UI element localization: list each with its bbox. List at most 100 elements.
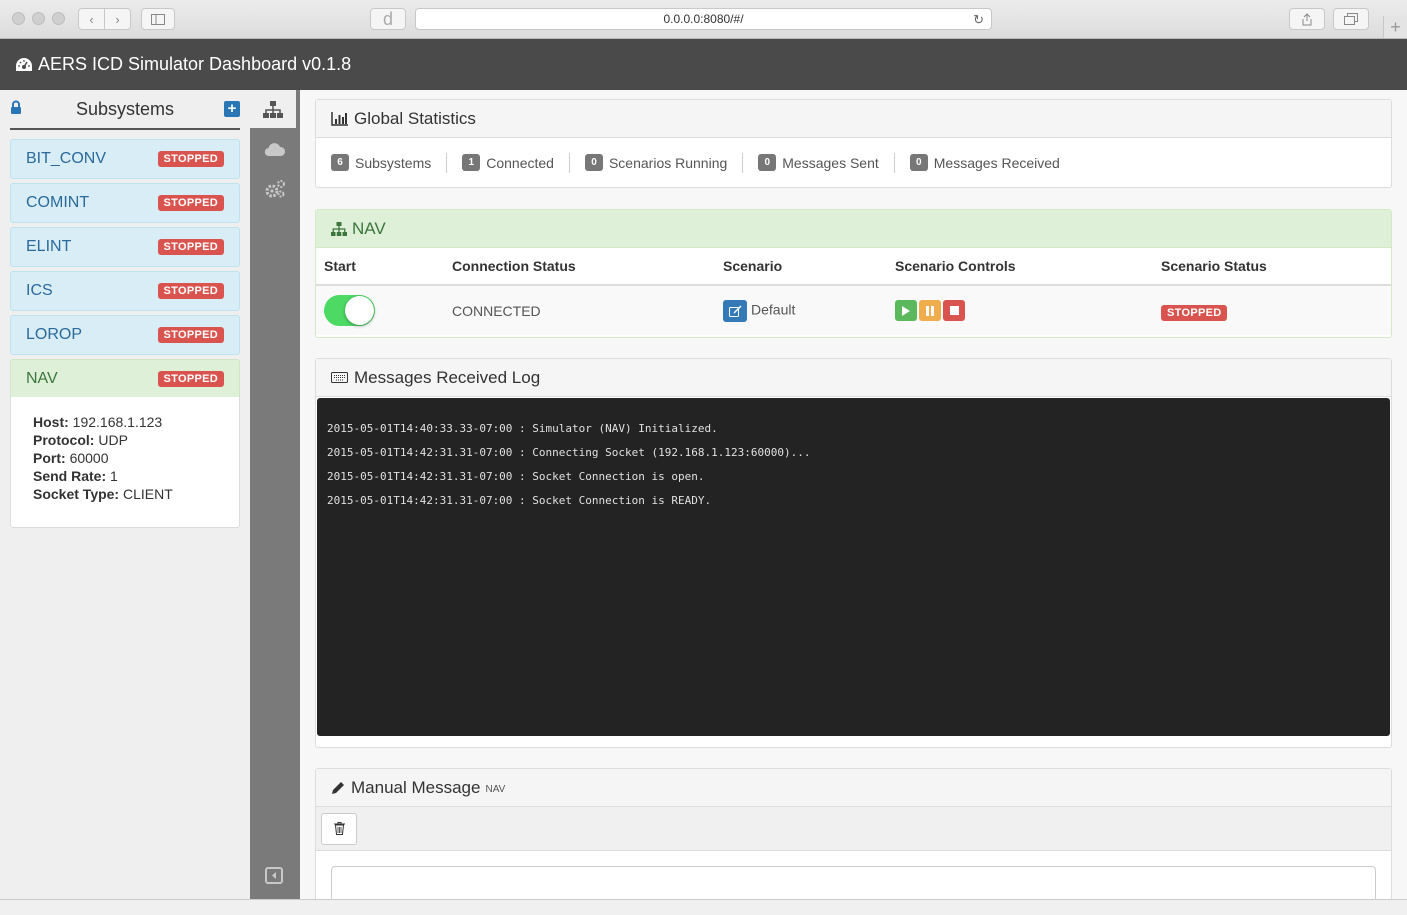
log-line: 2015-05-01T14:42:31.31-07:00 : Socket Co… [327, 494, 712, 507]
messages-log-header: Messages Received Log [316, 359, 1391, 397]
status-badge: STOPPED [157, 239, 224, 255]
subsystem-name: LOROP [26, 326, 83, 343]
messages-log-title: Messages Received Log [354, 367, 541, 387]
message-log-console[interactable]: 2015-05-01T14:40:33.33-07:00 : Simulator… [317, 398, 1390, 736]
lock-icon[interactable] [10, 100, 22, 115]
chevron-left-icon: ‹ [89, 11, 94, 27]
column-header: Scenario [715, 248, 887, 286]
subsystem-item-bit-conv[interactable]: BIT_CONV STOPPED [10, 139, 240, 179]
close-window-icon[interactable] [12, 12, 25, 25]
url-text: 0.0.0.0:8080/#/ [663, 12, 744, 26]
start-toggle[interactable] [324, 295, 375, 326]
scenario-name: Default [751, 301, 796, 318]
subsystems-header: Subsystems + [10, 90, 240, 130]
subsystem-item-lorop[interactable]: LOROP STOPPED [10, 315, 240, 355]
zoom-window-icon[interactable] [52, 12, 65, 25]
count-badge: 6 [331, 154, 349, 171]
gears-icon [265, 180, 285, 198]
stat-messages-sent: 0 Messages Sent [758, 152, 895, 173]
subsystem-details: Host: 192.168.1.123 Protocol: UDP Port: … [10, 397, 240, 528]
cloud-icon [264, 142, 286, 156]
play-scenario-button[interactable] [895, 300, 917, 321]
stop-scenario-button[interactable] [943, 300, 965, 321]
subsystem-item-ics[interactable]: ICS STOPPED [10, 271, 240, 311]
stat-subsystems: 6 Subsystems [331, 152, 448, 173]
trash-icon [333, 822, 345, 835]
port-value: 60000 [69, 450, 109, 466]
app-header: AERS ICD Simulator Dashboard v0.1.8 [0, 39, 1407, 90]
protocol-value: UDP [98, 432, 128, 448]
subsystem-item-elint[interactable]: ELINT STOPPED [10, 227, 240, 267]
sidebar-toggle-button[interactable] [141, 8, 175, 30]
manual-message-panel: Manual Message NAV [315, 768, 1392, 908]
collapse-sidebar-icon[interactable] [265, 867, 283, 889]
nav-control-table: Start Connection Status Scenario Scenari… [316, 248, 1391, 335]
new-tab-button[interactable]: + [1383, 16, 1407, 38]
subsystems-title: Subsystems [75, 98, 175, 119]
pause-icon [926, 305, 934, 316]
socket-type-label: Socket Type: [33, 486, 120, 502]
stat-scenarios-running: 0 Scenarios Running [584, 152, 744, 173]
subsystems-panel: Subsystems + BIT_CONV STOPPED COMINT STO… [0, 90, 250, 899]
bar-chart-icon [331, 111, 348, 126]
d-logo-icon: d [382, 8, 393, 29]
column-header: Scenario Controls [887, 248, 1153, 286]
status-badge: STOPPED [157, 371, 224, 387]
rail-settings-view[interactable] [250, 170, 300, 208]
manual-message-toolbar [316, 807, 1391, 851]
pause-scenario-button[interactable] [919, 300, 941, 321]
nav-panel-title: NAV [352, 218, 386, 238]
subsystem-name: ELINT [26, 238, 72, 255]
messages-log-panel: Messages Received Log 2015-05-01T14:40:3… [315, 358, 1392, 748]
count-badge: 0 [584, 154, 603, 171]
global-statistics-panel: Global Statistics 6 Subsystems 1 Connected… [315, 99, 1392, 188]
tabs-button[interactable] [1333, 8, 1369, 30]
extension-button[interactable]: d [370, 8, 406, 30]
sidebar-icon [151, 13, 165, 25]
plus-icon: + [1390, 16, 1401, 37]
stop-icon [949, 306, 959, 315]
dashboard-icon [16, 57, 32, 71]
send-rate-label: Send Rate: [33, 468, 107, 484]
subsystem-item-nav[interactable]: NAV STOPPED [10, 359, 240, 399]
sitemap-icon [263, 100, 283, 118]
log-line: 2015-05-01T14:42:31.31-07:00 : Socket Co… [327, 470, 705, 483]
forward-button[interactable]: › [104, 8, 131, 30]
subsystem-name: BIT_CONV [26, 150, 107, 167]
address-bar[interactable]: 0.0.0.0:8080/#/ ↻ [415, 8, 992, 30]
log-line: 2015-05-01T14:40:33.33-07:00 : Simulator… [327, 422, 718, 435]
count-badge: 0 [758, 154, 777, 171]
host-value: 192.168.1.123 [72, 414, 163, 430]
clear-message-button[interactable] [321, 812, 357, 845]
stat-label: Messages Received [933, 154, 1060, 171]
subsystem-name: COMINT [26, 194, 90, 211]
browser-toolbar: ‹ › d 0.0.0.0:8080/#/ ↻ + [0, 0, 1407, 39]
share-button[interactable] [1289, 8, 1325, 30]
back-button[interactable]: ‹ [78, 8, 105, 30]
sitemap-icon [331, 221, 347, 236]
rail-subsystems-view[interactable] [250, 90, 296, 128]
column-header: Start [316, 248, 444, 286]
edit-scenario-button[interactable] [723, 299, 747, 322]
protocol-label: Protocol: [33, 432, 95, 448]
tabs-icon [1344, 13, 1358, 25]
host-label: Host: [33, 414, 69, 430]
add-subsystem-icon[interactable]: + [224, 101, 240, 117]
log-line: 2015-05-01T14:42:31.31-07:00 : Connectin… [327, 446, 811, 459]
minimize-window-icon[interactable] [32, 12, 45, 25]
column-header: Connection Status [444, 248, 715, 286]
socket-type-value: CLIENT [123, 486, 173, 502]
stat-label: Subsystems [355, 154, 432, 171]
table-row: CONNECTED Default STOPPED [316, 285, 1391, 335]
subsystem-name: NAV [26, 370, 58, 387]
stat-label: Scenarios Running [608, 154, 728, 171]
share-icon [1302, 12, 1312, 25]
status-badge: STOPPED [157, 283, 224, 299]
column-header: Scenario Status [1153, 248, 1391, 286]
subsystem-item-comint[interactable]: COMINT STOPPED [10, 183, 240, 223]
app-title: AERS ICD Simulator Dashboard v0.1.8 [38, 54, 352, 74]
rail-cloud-view[interactable] [250, 130, 300, 168]
keyboard-icon [331, 372, 348, 383]
reload-icon[interactable]: ↻ [973, 12, 984, 28]
play-icon [902, 305, 910, 316]
